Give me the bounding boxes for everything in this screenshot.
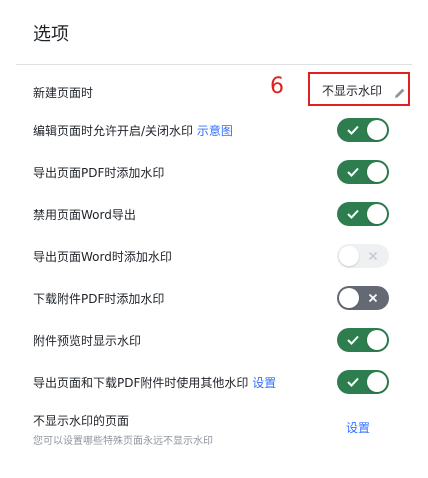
toggle-knob [367,120,387,140]
check-icon [343,160,363,184]
setting-label-other-watermark: 导出页面和下载PDF附件时使用其他水印 设置 [33,374,276,391]
setting-text: 编辑页面时允许开启/关闭水印 [33,124,194,138]
setting-label-attachment-pdf: 下载附件PDF时添加水印 [33,292,165,306]
exclude-pages-description: 您可以设置哪些特殊页面永远不显示水印 [33,436,213,447]
new-page-label: 新建页面时 [33,86,94,100]
check-icon [343,370,363,394]
toggle-preview-watermark[interactable] [337,328,389,352]
setting-label-pdf-export: 导出页面PDF时添加水印 [33,166,165,180]
toggle-knob [367,162,387,182]
annotation-number: 6 [270,74,284,99]
settings-link[interactable]: 设置 [252,376,276,390]
setting-label-word-watermark: 导出页面Word时添加水印 [33,250,172,264]
toggle-knob [367,372,387,392]
toggle-edit-watermark[interactable] [337,118,389,142]
setting-label-disable-word: 禁用页面Word导出 [33,208,136,222]
toggle-disable-word-export[interactable] [337,202,389,226]
toggle-other-watermark[interactable] [337,370,389,394]
close-icon [363,244,383,268]
example-link[interactable]: 示意图 [197,124,233,138]
watermark-mode-value: 不显示水印 [322,84,383,98]
check-icon [343,118,363,142]
watermark-mode-select[interactable]: 不显示水印 [308,72,410,106]
pencil-icon[interactable] [394,84,406,103]
divider [16,64,412,65]
setting-label-edit-toggle: 编辑页面时允许开启/关闭水印 示意图 [33,122,233,139]
setting-label-preview: 附件预览时显示水印 [33,334,142,348]
toggle-knob [339,246,359,266]
panel-title: 选项 [33,24,69,45]
toggle-pdf-export-watermark[interactable] [337,160,389,184]
setting-text: 导出页面和下载PDF附件时使用其他水印 [33,376,249,390]
toggle-word-export-watermark[interactable] [337,244,389,268]
toggle-attachment-pdf-watermark[interactable] [337,286,389,310]
toggle-knob [367,204,387,224]
exclude-pages-label: 不显示水印的页面 [33,414,130,428]
toggle-knob [339,288,359,308]
exclude-pages-settings-link[interactable]: 设置 [346,419,370,436]
close-icon [363,286,383,310]
check-icon [343,202,363,226]
check-icon [343,328,363,352]
toggle-knob [367,330,387,350]
